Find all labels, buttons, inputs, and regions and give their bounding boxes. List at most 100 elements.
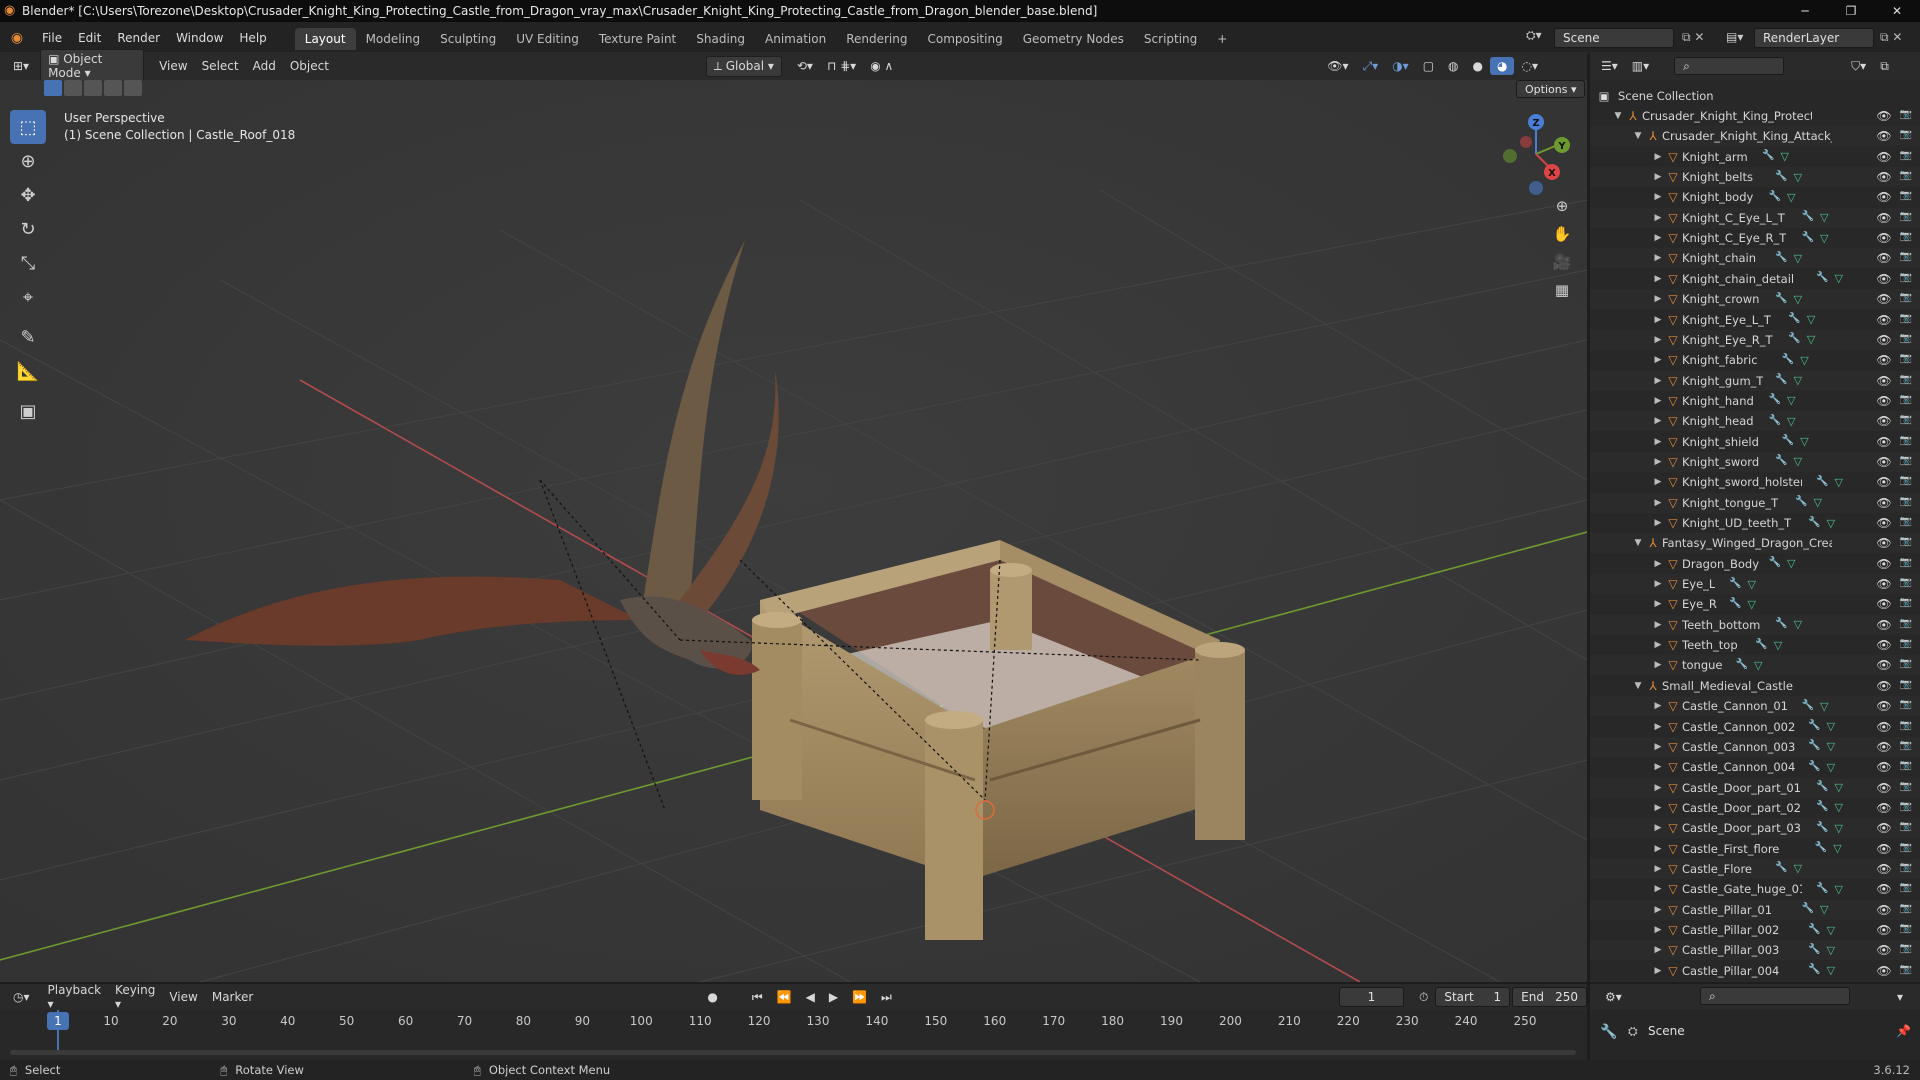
mesh-data-icon[interactable]: ▽ [1774, 639, 1782, 652]
modifier-wrench-icon[interactable]: 🔧 [1775, 293, 1787, 306]
modifier-wrench-icon[interactable]: 🔧 [1802, 211, 1814, 224]
visibility-eye-icon[interactable]: 👁 [1876, 516, 1891, 530]
modifier-wrench-icon[interactable]: 🔧 [1782, 435, 1794, 448]
mesh-data-icon[interactable]: ▽ [1807, 313, 1815, 326]
visibility-eye-icon[interactable]: 👁 [1876, 292, 1891, 306]
outliner-row[interactable]: ▶ ▽ Knight_C_Eye_R_T 🔧 ▽ 👁 📷 [1590, 228, 1920, 248]
move-tool[interactable]: ✥ [10, 178, 46, 212]
select-new-icon[interactable] [44, 80, 62, 96]
tab-uv-editing[interactable]: UV Editing [506, 28, 589, 50]
mesh-data-icon[interactable]: ▽ [1820, 700, 1828, 713]
maximize-button[interactable]: ❐ [1828, 0, 1874, 22]
tab-layout[interactable]: Layout [294, 28, 356, 50]
outliner-row[interactable]: ▶ ▽ Knight_chain_detail 🔧 ▽ 👁 📷 [1590, 269, 1920, 289]
mesh-data-icon[interactable]: ▽ [1827, 924, 1835, 937]
modifier-wrench-icon[interactable]: 🔧 [1816, 822, 1828, 835]
render-camera-icon[interactable]: 📷 [1900, 435, 1912, 449]
visibility-eye-icon[interactable]: 👁 [1876, 597, 1891, 611]
render-camera-icon[interactable]: 📷 [1900, 109, 1912, 123]
modifier-wrench-icon[interactable]: 🔧 [1775, 455, 1787, 468]
expand-arrow-icon[interactable]: ▶ [1652, 864, 1664, 874]
visibility-eye-icon[interactable]: 👁 [1876, 638, 1891, 652]
properties-search-input[interactable]: ⌕ [1700, 987, 1850, 1005]
render-camera-icon[interactable]: 📷 [1900, 374, 1912, 388]
outliner-row[interactable]: ▶ ▽ Knight_crown 🔧 ▽ 👁 📷 [1590, 289, 1920, 310]
outliner-row[interactable]: ▶ ▽ Knight_shield 🔧 ▽ 👁 📷 [1590, 432, 1920, 452]
mesh-data-icon[interactable]: ▽ [1794, 862, 1802, 875]
outliner-row[interactable]: ▼ ⅄ Fantasy_Winged_Dragon_Creature 👁 📷 [1590, 533, 1920, 554]
outliner-row[interactable]: ▶ ▽ Knight_C_Eye_L_T 🔧 ▽ 👁 📷 [1590, 207, 1920, 228]
expand-arrow-icon[interactable]: ▶ [1652, 477, 1664, 487]
modifier-wrench-icon[interactable]: 🔧 [1788, 313, 1800, 326]
menu-edit[interactable]: Edit [70, 31, 109, 45]
expand-arrow-icon[interactable]: ▶ [1652, 376, 1664, 386]
outliner-row[interactable]: ▶ ▽ Castle_Cannon_002 🔧 ▽ 👁 📷 [1590, 717, 1920, 737]
outliner-row[interactable]: ▶ ▽ Dragon_Body 🔧 ▽ 👁 📷 [1590, 554, 1920, 574]
render-camera-icon[interactable]: 📷 [1900, 190, 1912, 204]
visibility-eye-icon[interactable]: 👁 [1876, 333, 1891, 347]
mesh-data-icon[interactable]: ▽ [1787, 394, 1795, 407]
render-camera-icon[interactable]: 📷 [1900, 475, 1912, 489]
expand-arrow-icon[interactable]: ▶ [1652, 925, 1664, 935]
outliner-row[interactable]: ▶ ▽ Teeth_bottom 🔧 ▽ 👁 📷 [1590, 614, 1920, 635]
scene-name-field[interactable]: Scene [1554, 28, 1674, 48]
mesh-data-icon[interactable]: ▽ [1820, 211, 1828, 224]
outliner-row[interactable]: ▼ ⅄ Small_Medieval_Castle 👁 📷 [1590, 676, 1920, 696]
visibility-eye-icon[interactable]: 👁 [1876, 170, 1891, 184]
modifier-wrench-icon[interactable]: 🔧 [1769, 415, 1781, 428]
tab-animation[interactable]: Animation [755, 28, 836, 50]
visibility-eye-icon[interactable]: 👁 [1876, 475, 1891, 489]
visibility-eye-icon[interactable]: 👁 [1876, 394, 1891, 408]
expand-arrow-icon[interactable]: ▶ [1652, 192, 1664, 202]
camera-view-icon[interactable]: 🎥 [1548, 248, 1576, 276]
modifier-wrench-icon[interactable]: 🔧 [1782, 354, 1794, 367]
visibility-eye-icon[interactable]: 👁 [1876, 435, 1891, 449]
modifier-wrench-icon[interactable]: 🔧 [1816, 476, 1828, 489]
expand-arrow-icon[interactable]: ▶ [1652, 315, 1664, 325]
viewport-menu-object[interactable]: Object [283, 57, 336, 75]
modifier-wrench-icon[interactable]: 🔧 [1769, 191, 1781, 204]
visibility-eye-icon[interactable]: 👁 [1876, 374, 1891, 388]
mesh-data-icon[interactable]: ▽ [1747, 578, 1755, 591]
start-frame-field[interactable]: Start 1 [1435, 987, 1511, 1007]
visibility-eye-icon[interactable]: 👁 [1876, 842, 1891, 856]
collapse-arrow-icon[interactable]: ▼ [1632, 681, 1644, 691]
visibility-eye-icon[interactable]: 👁 [1876, 496, 1891, 510]
outliner-row[interactable]: ▶ ▽ Castle_Pillar_003 🔧 ▽ 👁 📷 [1590, 940, 1920, 961]
modifier-wrench-icon[interactable]: 🔧 [1795, 496, 1807, 509]
expand-arrow-icon[interactable]: ▶ [1652, 579, 1664, 589]
mesh-data-icon[interactable]: ▽ [1794, 455, 1802, 468]
select-extend-icon[interactable] [64, 80, 82, 96]
modifier-wrench-icon[interactable]: 🔧 [1802, 903, 1814, 916]
render-camera-icon[interactable]: 📷 [1900, 821, 1912, 835]
timeline-scrollbar[interactable] [10, 1050, 1576, 1055]
render-camera-icon[interactable]: 📷 [1900, 740, 1912, 754]
transform-orientation-selector[interactable]: ⟂ Global ▾ [705, 55, 782, 77]
expand-arrow-icon[interactable]: ▶ [1652, 152, 1664, 162]
visibility-eye-icon[interactable]: 👁 [1876, 231, 1891, 245]
render-camera-icon[interactable]: 📷 [1900, 333, 1912, 347]
jump-keyframe-forward-icon[interactable]: ⏩ [845, 988, 874, 1006]
expand-arrow-icon[interactable]: ▶ [1652, 905, 1664, 915]
current-frame-field[interactable]: 1 [1338, 987, 1404, 1007]
visibility-eye-icon[interactable]: 👁 [1876, 455, 1891, 469]
expand-arrow-icon[interactable]: ▶ [1652, 396, 1664, 406]
timeline-menu-marker[interactable]: Marker [205, 988, 260, 1006]
mesh-data-icon[interactable]: ▽ [1827, 720, 1835, 733]
expand-arrow-icon[interactable]: ▶ [1652, 660, 1664, 670]
outliner-row[interactable]: ▼ ⅄ Crusader_Knight_King_Attack_Pose 👁 📷 [1590, 126, 1920, 147]
close-window-button[interactable]: ✕ [1874, 0, 1920, 22]
modifier-wrench-icon[interactable]: 🔧 [1769, 557, 1781, 570]
outliner-row[interactable]: ▶ ▽ Eye_R 🔧 ▽ 👁 📷 [1590, 594, 1920, 614]
new-scene-icon[interactable]: ⧉ ✕ [1682, 30, 1704, 45]
blender-menu-icon[interactable]: ◉ [0, 30, 34, 46]
render-camera-icon[interactable]: 📷 [1900, 129, 1912, 143]
transform-tool[interactable]: ⌖ [10, 280, 46, 314]
outliner-row[interactable]: ▶ ▽ Knight_arm 🔧 ▽ 👁 📷 [1590, 147, 1920, 167]
xray-toggle-icon[interactable]: ▢ [1416, 57, 1441, 75]
3d-viewport[interactable] [0, 80, 1587, 982]
modifier-wrench-icon[interactable]: 🔧 [1769, 394, 1781, 407]
outliner-row[interactable]: ▶ ▽ Castle_Pillar_002 🔧 ▽ 👁 📷 [1590, 920, 1920, 940]
display-mode-icon[interactable]: ▥▾ [1625, 57, 1656, 75]
select-subtract-icon[interactable] [84, 80, 102, 96]
